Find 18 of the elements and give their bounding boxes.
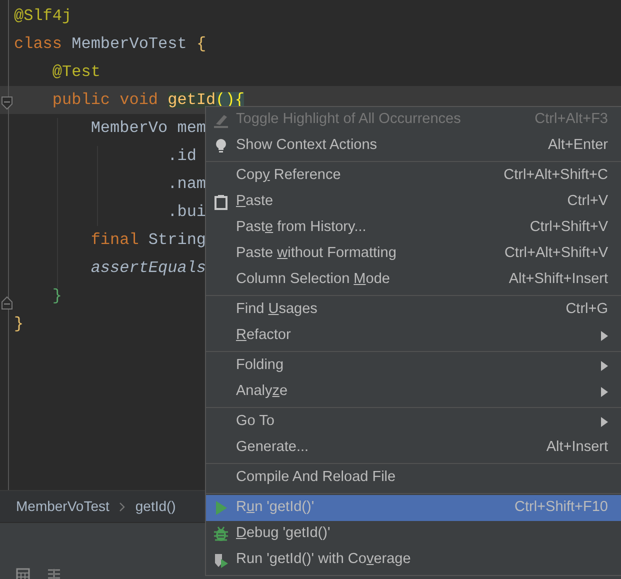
grid-icon[interactable]	[16, 568, 30, 579]
menu-item[interactable]: Folding	[206, 353, 621, 379]
breadcrumb-item[interactable]: MemberVoTest	[16, 496, 110, 517]
menu-item[interactable]: Run 'getId()' with Coverage	[206, 547, 621, 573]
highlighter-icon	[213, 112, 229, 128]
bug-icon	[213, 526, 229, 542]
clipboard-icon	[213, 194, 229, 210]
menu-item[interactable]: Debug 'getId()'	[206, 521, 621, 547]
structure-icon[interactable]	[47, 568, 61, 579]
coverage-icon	[213, 552, 229, 568]
menu-item[interactable]: Analyze	[206, 379, 621, 405]
menu-item[interactable]: Compile And Reload File	[206, 465, 621, 491]
menu-item[interactable]: Go To	[206, 409, 621, 435]
chevron-icon	[119, 502, 126, 512]
play-icon	[213, 500, 229, 516]
menu-item[interactable]: Generate... Alt+Insert	[206, 435, 621, 461]
breadcrumb-item[interactable]: getId()	[135, 496, 176, 517]
lightbulb-icon	[213, 138, 229, 154]
